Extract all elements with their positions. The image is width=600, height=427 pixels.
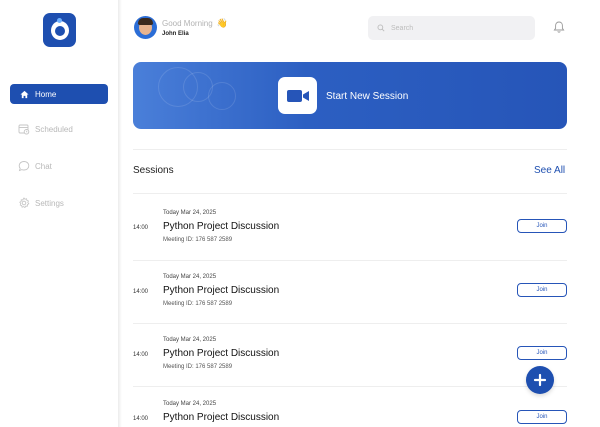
session-date: Today Mar 24, 2025 — [163, 274, 217, 280]
main-content: Good Morning 👋 John Elia Search Start New… — [122, 0, 600, 427]
divider — [133, 149, 567, 150]
session-row: 14:00 Today Mar 24, 2025 Python Project … — [133, 263, 567, 319]
nav-item-label: Scheduled — [35, 124, 73, 134]
search-icon — [377, 24, 385, 32]
divider — [133, 386, 567, 387]
divider — [133, 193, 567, 194]
avatar[interactable] — [134, 16, 157, 39]
avatar-hair — [138, 18, 153, 25]
banner-title: Start New Session — [326, 91, 409, 102]
meeting-id: Meeting ID: 176 587 2589 — [163, 364, 233, 370]
session-title: Python Project Discussion — [163, 221, 280, 232]
session-title: Python Project Discussion — [163, 285, 280, 296]
waving-hand-icon: 👋 — [216, 18, 228, 28]
nav-item-label: Home — [35, 89, 57, 99]
video-camera-icon — [278, 77, 317, 114]
sessions-heading: Sessions — [133, 165, 174, 176]
session-date: Today Mar 24, 2025 — [163, 401, 217, 407]
see-all-link[interactable]: See All — [534, 165, 565, 176]
gear-icon — [18, 197, 30, 209]
session-title: Python Project Discussion — [163, 412, 280, 423]
logo-ring — [51, 21, 69, 40]
nav-item-label: Chat — [35, 161, 52, 171]
session-row: 14:00 Today Mar 24, 2025 Python Project … — [133, 326, 567, 382]
search-input[interactable]: Search — [368, 16, 535, 40]
user-name: John Elia — [162, 31, 189, 37]
logo-core — [55, 26, 65, 36]
search-placeholder: Search — [391, 24, 414, 32]
sidebar: Home Scheduled Chat Settings — [0, 0, 118, 427]
greeting: Good Morning 👋 — [162, 18, 228, 29]
join-button[interactable]: Join — [517, 346, 567, 360]
nav-item-label: Settings — [35, 198, 64, 208]
session-date: Today Mar 24, 2025 — [163, 337, 217, 343]
nav-item-scheduled[interactable]: Scheduled — [10, 119, 108, 139]
session-row: 14:00 Today Mar 24, 2025 Python Project … — [133, 199, 567, 255]
logo-dot — [57, 18, 62, 23]
join-button[interactable]: Join — [517, 219, 567, 233]
home-icon — [18, 88, 30, 100]
start-session-banner[interactable]: Start New Session — [133, 62, 567, 129]
add-session-button[interactable] — [526, 366, 554, 394]
session-title: Python Project Discussion — [163, 348, 280, 359]
bell-icon[interactable] — [552, 20, 566, 34]
nav-item-chat[interactable]: Chat — [10, 156, 108, 176]
divider — [133, 323, 567, 324]
join-button[interactable]: Join — [517, 410, 567, 424]
meeting-id: Meeting ID: 176 587 2589 — [163, 237, 233, 243]
chat-bubble-icon — [18, 160, 30, 172]
session-date: Today Mar 24, 2025 — [163, 210, 217, 216]
divider — [133, 260, 567, 261]
session-time: 14:00 — [133, 416, 149, 422]
meeting-id: Meeting ID: 176 587 2589 — [163, 301, 233, 307]
session-time: 14:00 — [133, 352, 149, 358]
session-row: 14:00 Today Mar 24, 2025 Python Project … — [133, 390, 567, 427]
calendar-clock-icon — [18, 123, 30, 135]
greeting-text: Good Morning — [162, 19, 213, 28]
session-time: 14:00 — [133, 289, 149, 295]
nav-item-settings[interactable]: Settings — [10, 193, 108, 213]
banner-decoration — [208, 82, 236, 110]
plus-icon — [533, 373, 547, 387]
app-logo — [43, 13, 76, 47]
join-button[interactable]: Join — [517, 283, 567, 297]
nav-item-home[interactable]: Home — [10, 84, 108, 104]
session-time: 14:00 — [133, 225, 149, 231]
